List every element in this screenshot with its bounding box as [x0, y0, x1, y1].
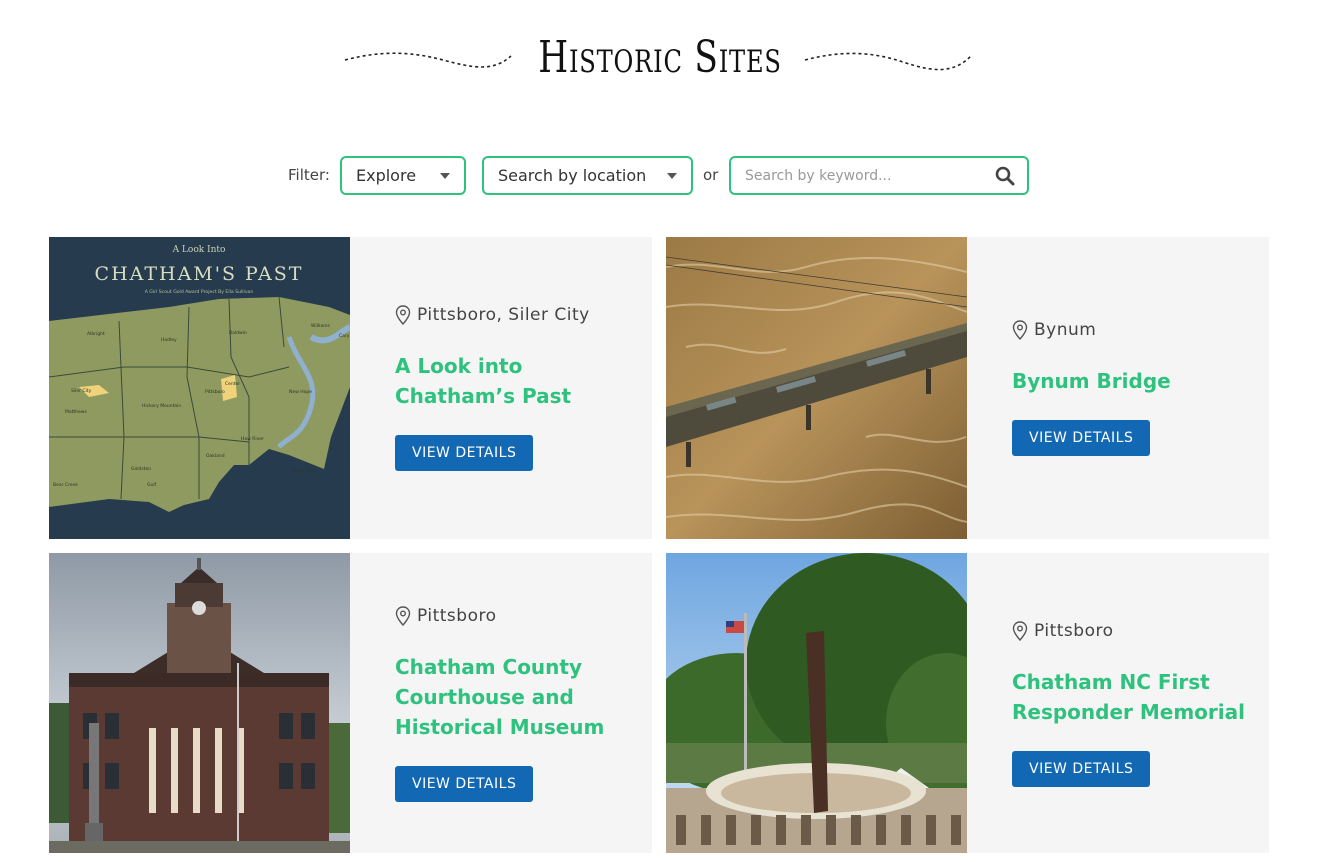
- town-label: Gulf: [147, 482, 157, 488]
- site-location-text: Pittsboro: [417, 606, 497, 626]
- site-name-link[interactable]: A Look into Chatham’s Past: [395, 351, 635, 411]
- site-info: Pittsboro, Siler City A Look into Chatha…: [395, 303, 635, 471]
- town-label: Hickory Mountain: [142, 403, 181, 409]
- search-icon[interactable]: [995, 166, 1015, 186]
- site-location: Bynum: [1012, 318, 1252, 342]
- location-dropdown-value: Search by location: [498, 166, 647, 185]
- town-label: Cape Fear: [293, 468, 316, 474]
- town-label: Cary: [339, 333, 350, 339]
- explore-dropdown-value: Explore: [356, 166, 417, 185]
- view-details-button[interactable]: VIEW DETAILS: [1012, 420, 1151, 456]
- town-label: Goldston: [131, 466, 151, 472]
- site-info: Pittsboro Chatham County Courthouse and …: [395, 604, 635, 802]
- town-label: Siler City: [71, 388, 92, 394]
- explore-dropdown[interactable]: Explore: [340, 156, 466, 195]
- town-label: Haw River: [241, 436, 264, 442]
- site-card: Bynum Bynum Bridge VIEW DETAILS: [666, 237, 1269, 539]
- site-info: Pittsboro Chatham NC First Responder Mem…: [1012, 619, 1252, 787]
- filter-label: Filter:: [288, 166, 330, 184]
- site-location-text: Pittsboro: [1034, 621, 1114, 641]
- town-label: Albright: [87, 331, 105, 337]
- site-location-text: Pittsboro, Siler City: [417, 305, 590, 325]
- site-image-courthouse[interactable]: [49, 553, 350, 855]
- chevron-down-icon: [440, 173, 450, 179]
- view-details-button[interactable]: VIEW DETAILS: [395, 435, 534, 471]
- town-label: Center: [225, 381, 240, 387]
- site-image-first-responder-memorial[interactable]: [666, 553, 967, 855]
- keyword-search-input[interactable]: [731, 158, 981, 193]
- site-image-bynum-bridge[interactable]: [666, 237, 967, 539]
- map-subtitle: A Girl Scout Gold Award Project By Ella …: [145, 289, 254, 295]
- map-pin-icon: [1012, 621, 1028, 641]
- site-location: Pittsboro, Siler City: [395, 303, 635, 327]
- site-card: Pittsboro Chatham NC First Responder Mem…: [666, 553, 1269, 853]
- map-pin-icon: [1012, 320, 1028, 340]
- squiggle-right-decoration: [804, 52, 972, 71]
- chevron-down-icon: [667, 173, 677, 179]
- site-location: Pittsboro: [395, 604, 635, 628]
- town-label: Pittsboro: [205, 389, 225, 395]
- town-label: New Hope: [289, 389, 312, 395]
- site-location: Pittsboro: [1012, 619, 1252, 643]
- town-label: Matthews: [65, 409, 87, 415]
- town-label: Williams: [311, 323, 330, 329]
- location-dropdown[interactable]: Search by location: [482, 156, 693, 195]
- town-label: Baldwin: [229, 330, 247, 336]
- map-big-title: CHATHAM'S PAST: [95, 263, 304, 285]
- view-details-button[interactable]: VIEW DETAILS: [1012, 751, 1151, 787]
- site-card: Pittsboro Chatham County Courthouse and …: [49, 553, 652, 853]
- town-label: Bear Creek: [53, 482, 78, 488]
- site-name-link[interactable]: Bynum Bridge: [1012, 366, 1252, 396]
- map-pin-icon: [395, 606, 411, 626]
- site-location-text: Bynum: [1034, 320, 1097, 340]
- site-info: Bynum Bynum Bridge VIEW DETAILS: [1012, 318, 1252, 456]
- keyword-search-box: [729, 156, 1029, 195]
- map-small-title: A Look Into: [172, 245, 226, 255]
- page-title: Historic Sites: [538, 32, 782, 83]
- view-details-button[interactable]: VIEW DETAILS: [395, 766, 534, 802]
- town-label: Hadley: [161, 337, 177, 343]
- site-name-link[interactable]: Chatham NC First Responder Memorial: [1012, 667, 1252, 727]
- map-pin-icon: [395, 305, 411, 325]
- town-label: Oakland: [206, 453, 225, 459]
- site-name-link[interactable]: Chatham County Courthouse and Historical…: [395, 652, 635, 742]
- or-label: or: [703, 166, 719, 184]
- site-image-chatham-map[interactable]: A Look Into CHATHAM'S PAST A Girl Scout …: [49, 237, 350, 539]
- site-card: A Look Into CHATHAM'S PAST A Girl Scout …: [49, 237, 652, 539]
- page-heading: Historic Sites: [0, 28, 1320, 98]
